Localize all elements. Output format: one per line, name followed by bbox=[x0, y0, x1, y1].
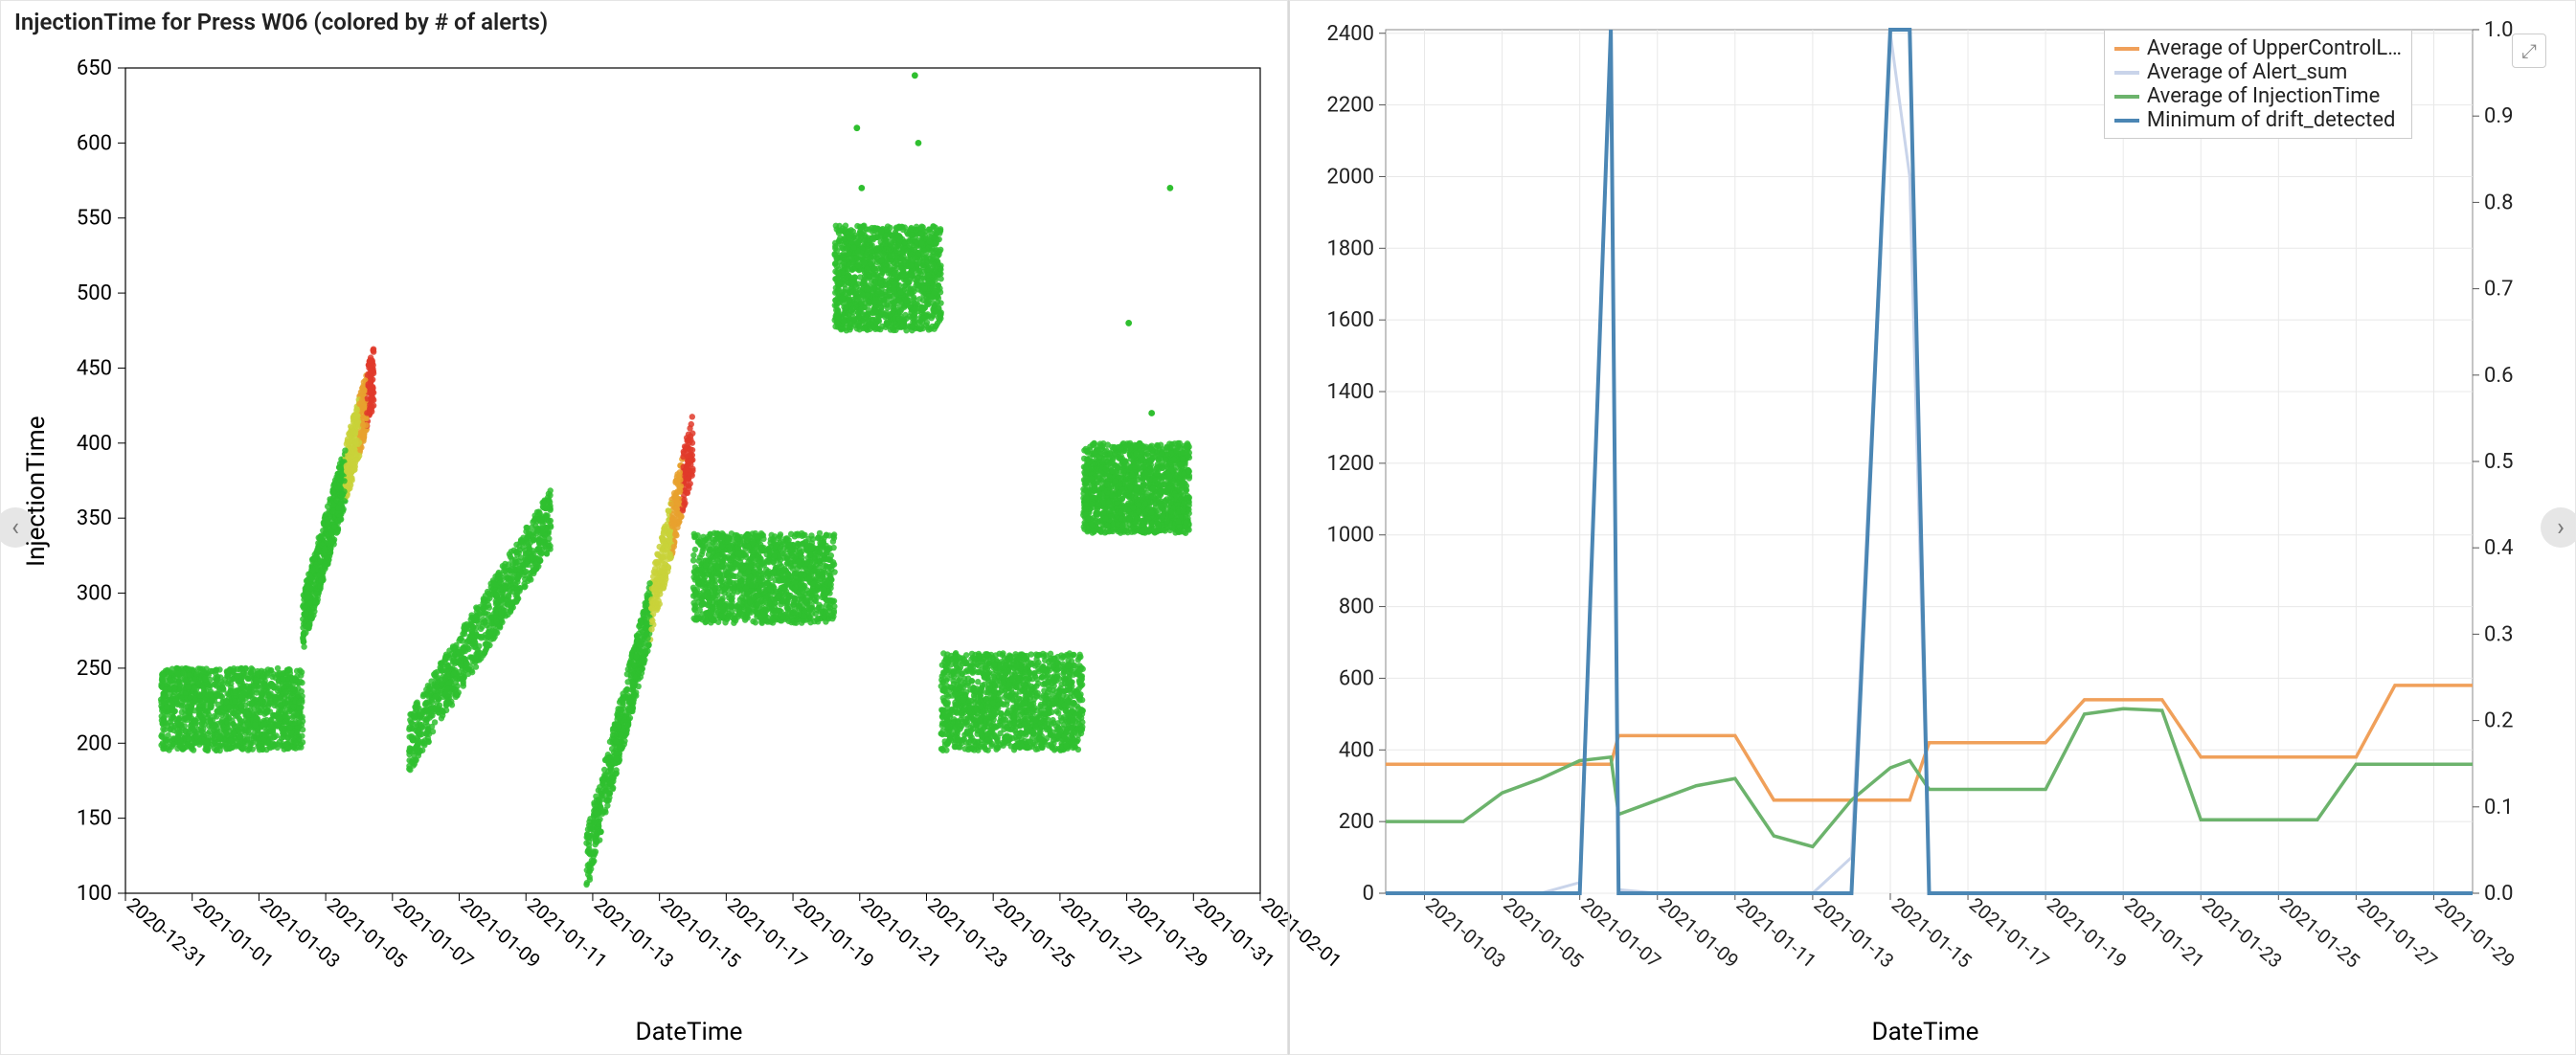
legend-swatch bbox=[2114, 71, 2139, 75]
svg-text:150: 150 bbox=[77, 807, 112, 831]
right-line-plot[interactable]: 0200400600800100012001400160018002000220… bbox=[1290, 1, 2576, 1056]
right-x-axis-label: DateTime bbox=[1872, 1018, 1979, 1046]
legend-swatch bbox=[2114, 95, 2139, 99]
legend-label: Average of UpperControlL… bbox=[2147, 36, 2402, 60]
legend-label: Average of Alert_sum bbox=[2147, 60, 2347, 84]
svg-text:350: 350 bbox=[77, 506, 112, 530]
svg-text:500: 500 bbox=[77, 281, 112, 305]
svg-text:400: 400 bbox=[77, 432, 112, 456]
svg-text:100: 100 bbox=[77, 882, 112, 906]
svg-text:600: 600 bbox=[77, 131, 112, 155]
legend-item: Average of InjectionTime bbox=[2114, 84, 2402, 108]
legend-label: Average of InjectionTime bbox=[2147, 84, 2380, 108]
left-y-axis-label: InjectionTime bbox=[22, 416, 51, 568]
svg-text:650: 650 bbox=[77, 56, 112, 80]
svg-text:250: 250 bbox=[77, 657, 112, 681]
left-chart-panel: InjectionTime for Press W06 (colored by … bbox=[0, 0, 1288, 1055]
legend-swatch bbox=[2114, 119, 2139, 123]
legend-swatch bbox=[2114, 47, 2139, 51]
legend-item: Average of UpperControlL… bbox=[2114, 36, 2402, 60]
legend-label: Minimum of drift_detected bbox=[2147, 108, 2396, 132]
right-chart-panel: › ⤢ 020040060080010001200140016001800200… bbox=[1288, 0, 2576, 1055]
svg-text:550: 550 bbox=[77, 207, 112, 231]
svg-text:300: 300 bbox=[77, 582, 112, 606]
left-scatter-plot[interactable]: 1001502002503003504004505005506006502020… bbox=[1, 1, 1289, 1056]
svg-text:450: 450 bbox=[77, 356, 112, 380]
right-chart-legend: Average of UpperControlL…Average of Aler… bbox=[2104, 30, 2412, 139]
legend-item: Minimum of drift_detected bbox=[2114, 108, 2402, 132]
left-x-axis-label: DateTime bbox=[636, 1018, 743, 1046]
legend-item: Average of Alert_sum bbox=[2114, 60, 2402, 84]
svg-text:200: 200 bbox=[77, 731, 112, 755]
